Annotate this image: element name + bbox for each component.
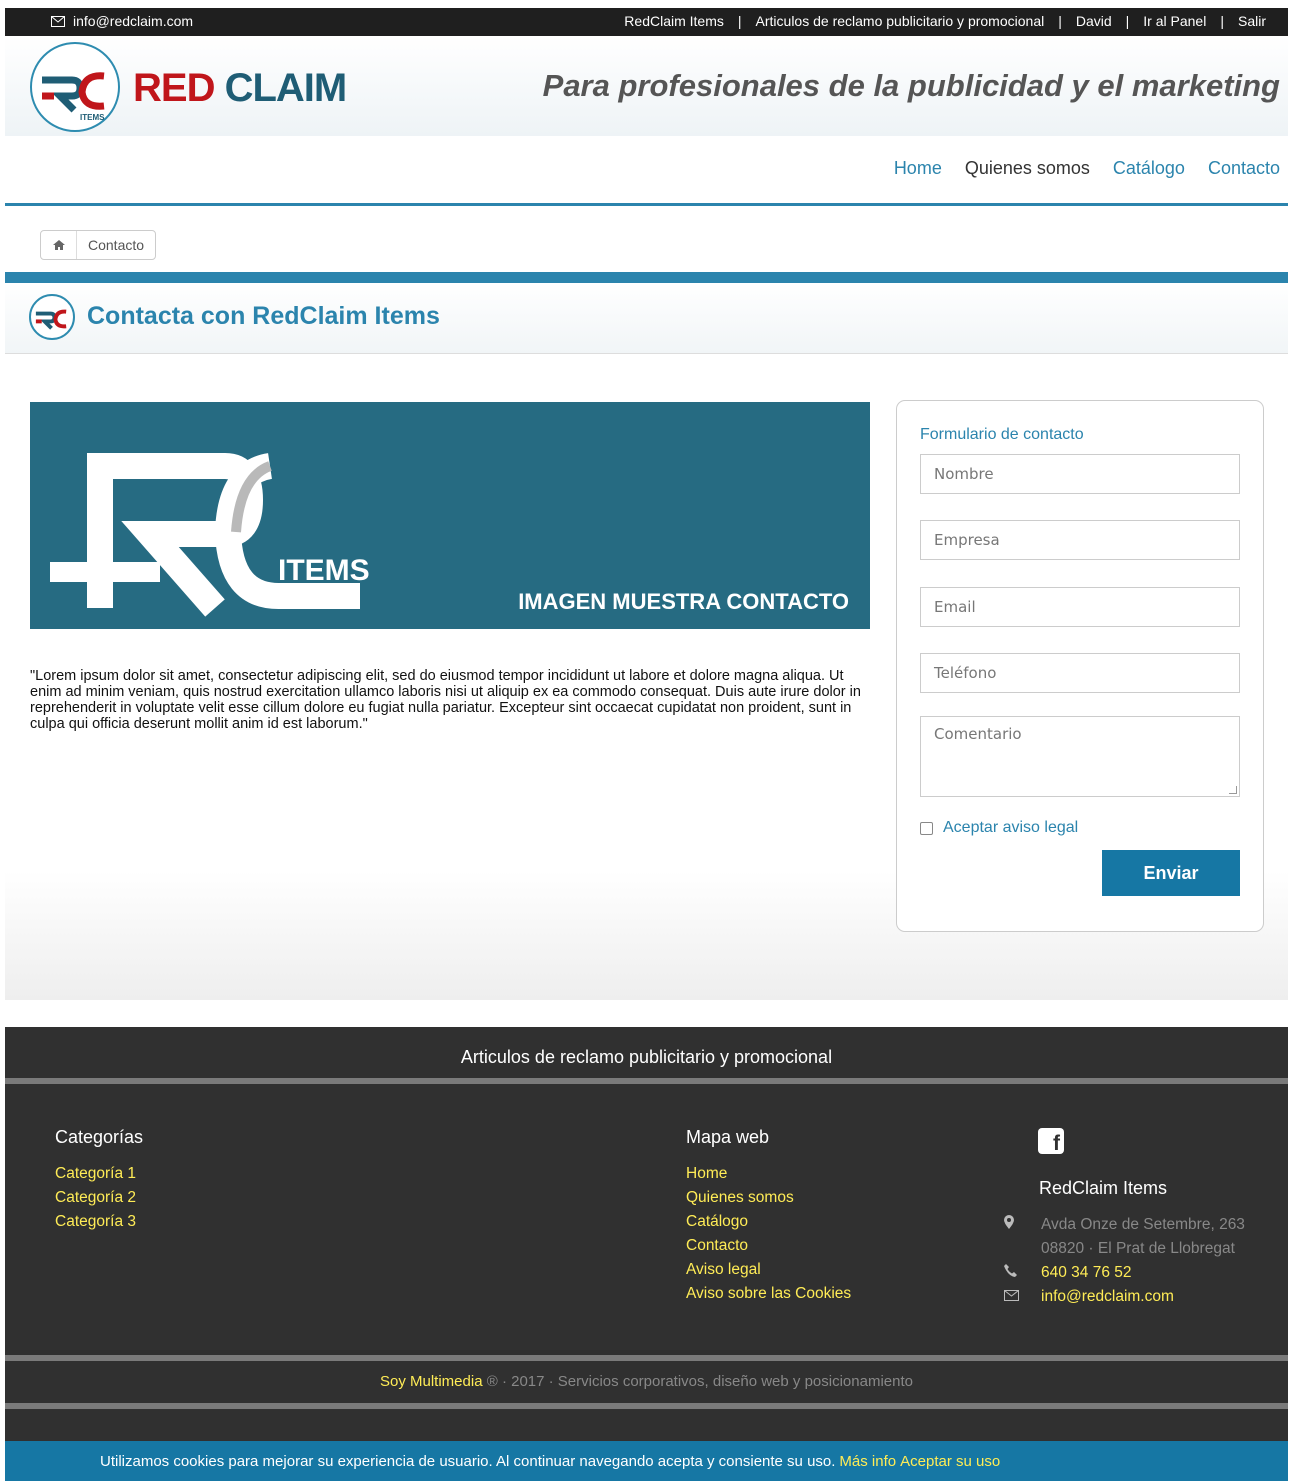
cookie-accept-link[interactable]: Aceptar su uso bbox=[900, 1453, 1000, 1470]
rc-logo-icon: ITEMS bbox=[42, 72, 105, 122]
cookie-banner: Utilizamos cookies para mejorar su exper… bbox=[5, 1441, 1288, 1481]
breadcrumb-current: Contacto bbox=[88, 237, 145, 253]
footer-sitemap-title: Mapa web bbox=[686, 1127, 770, 1147]
footer-sitemap-link[interactable]: Aviso sobre las Cookies bbox=[686, 1282, 851, 1306]
site-header: ITEMS RED CLAIM Para profesionales de la… bbox=[5, 36, 1288, 136]
address-line-2: 08820 · El Prat de Llobregat bbox=[1041, 1240, 1235, 1257]
home-icon bbox=[52, 240, 65, 250]
top-link-logout[interactable]: Salir bbox=[1234, 13, 1270, 29]
name-field[interactable]: Nombre bbox=[920, 454, 1240, 494]
footer-divider bbox=[5, 1403, 1288, 1409]
footer-categories: Categorías Categoría 1 Categoría 2 Categ… bbox=[55, 1127, 143, 1234]
envelope-icon bbox=[51, 15, 65, 27]
banner-caption: IMAGEN MUESTRA CONTACTO bbox=[518, 589, 849, 614]
footer-category-link[interactable]: Categoría 1 bbox=[55, 1162, 143, 1186]
main-nav: Home Quienes somos Catálogo Contacto bbox=[5, 136, 1288, 206]
map-marker-icon bbox=[1000, 1213, 1041, 1237]
footer-sitemap-link[interactable]: Quienes somos bbox=[686, 1186, 851, 1210]
email-field[interactable]: Email bbox=[920, 587, 1240, 627]
intro-text: "Lorem ipsum dolor sit amet, consectetur… bbox=[30, 668, 861, 732]
top-separator: | bbox=[1125, 13, 1130, 29]
top-link-articulos[interactable]: Articulos de reclamo publicitario y prom… bbox=[752, 13, 1049, 29]
address-row-2: 08820 · El Prat de Llobregat bbox=[1000, 1237, 1290, 1261]
footer-copyright: Soy Multimedia ® · 2017 · Servicios corp… bbox=[5, 1373, 1288, 1390]
footer-category-link[interactable]: Categoría 2 bbox=[55, 1186, 143, 1210]
cookie-text: Utilizamos cookies para mejorar su exper… bbox=[100, 1452, 836, 1470]
footer-band-text: Articulos de reclamo publicitario y prom… bbox=[460, 1047, 833, 1067]
footer-sitemap-link[interactable]: Aviso legal bbox=[686, 1258, 851, 1282]
svg-text:ITEMS: ITEMS bbox=[80, 113, 105, 122]
address-line-1: Avda Onze de Setembre, 263 bbox=[1041, 1216, 1245, 1233]
nav-quienes-somos[interactable]: Quienes somos bbox=[965, 158, 1090, 179]
breadcrumb: Contacto bbox=[40, 230, 157, 260]
top-separator: | bbox=[1058, 13, 1062, 29]
footer-sitemap-link[interactable]: Contacto bbox=[686, 1234, 851, 1258]
comment-field[interactable]: Comentario bbox=[920, 716, 1240, 797]
footer-category-link[interactable]: Categoría 3 bbox=[55, 1210, 143, 1234]
footer-brand-link[interactable]: Soy Multimedia bbox=[380, 1373, 483, 1390]
footer-email[interactable]: info@redclaim.com bbox=[1041, 1285, 1174, 1309]
footer-company: RedClaim Items bbox=[1039, 1178, 1168, 1198]
contact-banner-image: ITEMS IMAGEN MUESTRA CONTACTO bbox=[30, 402, 870, 629]
top-links: RedClaim Items | Articulos de reclamo pu… bbox=[620, 13, 1270, 29]
footer-categories-title: Categorías bbox=[55, 1127, 144, 1147]
phone-field[interactable]: Teléfono bbox=[920, 653, 1240, 693]
top-link-user[interactable]: David bbox=[1072, 13, 1116, 29]
top-email[interactable]: info@redclaim.com bbox=[51, 13, 193, 29]
logo-red-text: RED bbox=[133, 66, 215, 110]
top-bar: info@redclaim.com RedClaim Items | Artic… bbox=[5, 8, 1288, 36]
email-row: info@redclaim.com bbox=[1000, 1285, 1290, 1309]
cookie-more-info-link[interactable]: Más info bbox=[839, 1453, 896, 1470]
form-title: Formulario de contacto bbox=[920, 426, 1084, 443]
company-field[interactable]: Empresa bbox=[920, 520, 1240, 560]
footer-sitemap-link[interactable]: Home bbox=[686, 1162, 851, 1186]
breadcrumb-home[interactable] bbox=[41, 231, 77, 259]
tagline: Para profesionales de la publicidad y el… bbox=[542, 68, 1280, 103]
contact-form: Formulario de contacto Nombre Empresa Em… bbox=[896, 400, 1264, 932]
top-email-text: info@redclaim.com bbox=[73, 13, 194, 29]
page-title-band: Contacta con RedClaim Items bbox=[5, 272, 1288, 354]
submit-button[interactable]: Enviar bbox=[1102, 850, 1240, 896]
footer-contact: Avda Onze de Setembre, 263 08820 · El Pr… bbox=[1000, 1213, 1290, 1309]
footer-sitemap: Mapa web Home Quienes somos Catálogo Con… bbox=[686, 1127, 851, 1306]
main-content: ITEMS IMAGEN MUESTRA CONTACTO "Lorem ips… bbox=[5, 354, 1288, 1000]
logo-blue-text: CLAIM bbox=[224, 66, 348, 110]
nav-home[interactable]: Home bbox=[894, 158, 942, 179]
footer-phone[interactable]: 640 34 76 52 bbox=[1041, 1261, 1132, 1285]
logo-wordmark[interactable]: RED CLAIM bbox=[133, 66, 348, 111]
resize-handle-icon[interactable] bbox=[1229, 786, 1237, 794]
legal-link[interactable]: Aceptar aviso legal bbox=[943, 819, 1078, 837]
title-logo bbox=[29, 294, 75, 340]
address-row: Avda Onze de Setembre, 263 bbox=[1000, 1213, 1290, 1237]
phone-icon bbox=[1000, 1261, 1041, 1285]
footer-band: Articulos de reclamo publicitario y prom… bbox=[5, 1037, 1288, 1084]
nav-contacto[interactable]: Contacto bbox=[1208, 158, 1280, 179]
legal-checkbox[interactable] bbox=[920, 821, 933, 835]
rc-logo-icon bbox=[35, 309, 67, 330]
facebook-icon[interactable]: f bbox=[1038, 1128, 1064, 1154]
site-footer: Articulos de reclamo publicitario y prom… bbox=[5, 1027, 1288, 1481]
comment-placeholder: Comentario bbox=[934, 725, 1022, 743]
top-link-redclaim[interactable]: RedClaim Items bbox=[620, 13, 728, 29]
phone-row: 640 34 76 52 bbox=[1000, 1261, 1290, 1285]
footer-copyright-text: ® · 2017 · Servicios corporativos, diseñ… bbox=[486, 1373, 913, 1390]
nav-catalogo[interactable]: Catálogo bbox=[1113, 158, 1185, 179]
top-separator: | bbox=[1220, 13, 1224, 29]
envelope-icon bbox=[1000, 1285, 1041, 1309]
top-separator: | bbox=[737, 13, 742, 29]
svg-text:ITEMS: ITEMS bbox=[278, 554, 370, 587]
page-title: Contacta con RedClaim Items bbox=[87, 302, 440, 330]
legal-checkbox-row: Aceptar aviso legal bbox=[920, 819, 1078, 837]
footer-divider bbox=[5, 1355, 1288, 1361]
footer-sitemap-link[interactable]: Catálogo bbox=[686, 1210, 851, 1234]
logo-emblem[interactable]: ITEMS bbox=[30, 42, 120, 132]
top-link-panel[interactable]: Ir al Panel bbox=[1139, 13, 1210, 29]
